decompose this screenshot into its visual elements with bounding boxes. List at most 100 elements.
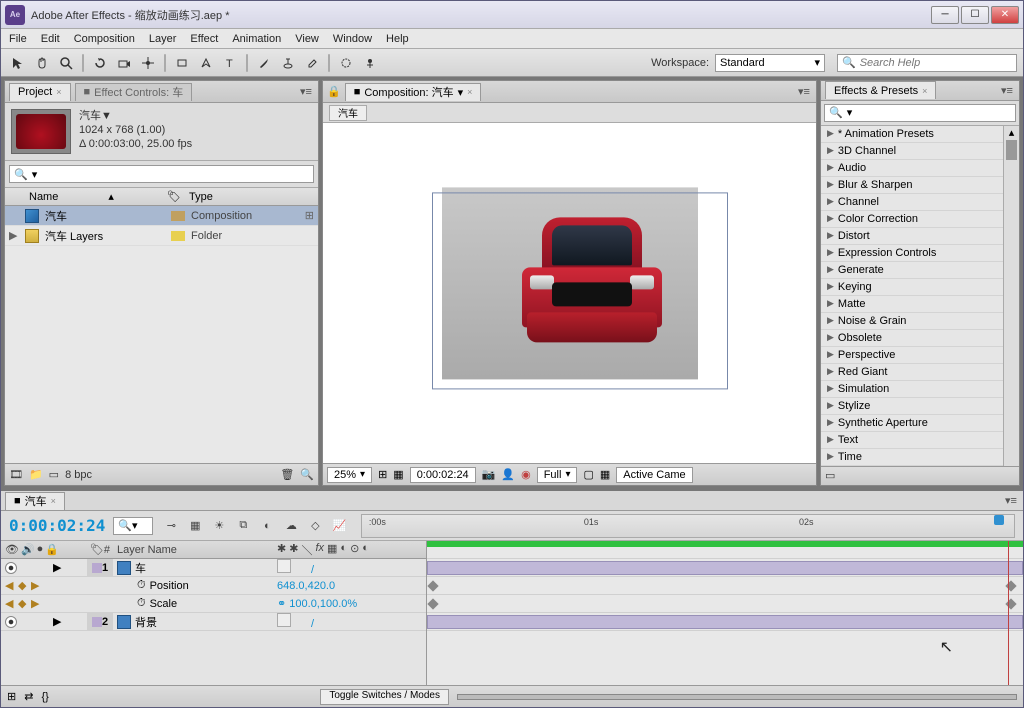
graph-editor-icon[interactable]: 📈	[329, 516, 349, 536]
effects-category[interactable]: ▶3D Channel	[821, 143, 1019, 160]
menu-layer[interactable]: Layer	[149, 33, 177, 45]
twirl-icon[interactable]: ▶	[827, 230, 834, 241]
twirl-icon[interactable]: ▶	[53, 615, 61, 628]
effects-category[interactable]: ▶Matte	[821, 296, 1019, 313]
selection-tool[interactable]	[7, 52, 29, 74]
trash-button[interactable]: 🗑	[280, 468, 294, 481]
timeline-search[interactable]: 🔍▾	[113, 517, 153, 535]
timeline-tracks[interactable]: ↖	[427, 541, 1023, 685]
roto-brush-tool[interactable]	[335, 52, 357, 74]
keyframe-diamond-icon[interactable]: ◆	[18, 579, 28, 592]
composition-viewer[interactable]	[323, 123, 816, 463]
close-button[interactable]: ✕	[991, 6, 1019, 24]
twirl-icon[interactable]: ▶	[827, 400, 834, 411]
close-icon[interactable]: ×	[922, 86, 927, 96]
twirl-icon[interactable]: ▶	[827, 434, 834, 445]
twirl-icon[interactable]: ▶	[827, 196, 834, 207]
apply-button[interactable]: ▭	[825, 469, 835, 482]
twirl-icon[interactable]: ▶	[827, 349, 834, 360]
switch-icon[interactable]	[277, 559, 291, 573]
menu-effect[interactable]: Effect	[190, 33, 218, 45]
channel-icon[interactable]: ◉	[521, 468, 531, 481]
twirl-icon[interactable]: ▶	[827, 417, 834, 428]
zoom-selector[interactable]: 25%▾	[327, 467, 372, 483]
pan-behind-tool[interactable]	[137, 52, 159, 74]
twirl-icon[interactable]: ▶	[827, 451, 834, 462]
brush-tool[interactable]	[253, 52, 275, 74]
effects-category[interactable]: ▶Time	[821, 449, 1019, 466]
effects-category[interactable]: ▶Simulation	[821, 381, 1019, 398]
comp-mini-flowchart-icon[interactable]: ⊸	[161, 516, 181, 536]
keyframe-icon[interactable]	[427, 598, 438, 609]
puppet-tool[interactable]	[359, 52, 381, 74]
label-swatch[interactable]	[92, 617, 102, 627]
effects-category[interactable]: ▶Channel	[821, 194, 1019, 211]
project-tab[interactable]: Project×	[9, 83, 71, 101]
expand-button[interactable]: ⊞	[7, 690, 16, 703]
switch-icon[interactable]	[277, 613, 291, 627]
safe-zones-icon[interactable]: ⊞	[378, 468, 387, 481]
bpc-button[interactable]: 8 bpc	[65, 469, 92, 481]
layer-bar[interactable]	[427, 613, 1023, 631]
stopwatch-icon[interactable]: ⏱	[137, 597, 146, 610]
effects-category[interactable]: ▶Obsolete	[821, 330, 1019, 347]
keyframe-track[interactable]	[427, 577, 1023, 595]
show-snapshot-icon[interactable]: 👤	[501, 468, 515, 481]
motion-blur-icon[interactable]: ◐	[257, 516, 277, 536]
twirl-icon[interactable]: ▶	[827, 315, 834, 326]
menu-composition[interactable]: Composition	[74, 33, 135, 45]
next-keyframe-icon[interactable]: ▶	[31, 597, 41, 610]
menu-edit[interactable]: Edit	[41, 33, 60, 45]
minimize-button[interactable]: ─	[931, 6, 959, 24]
search-icon[interactable]: 🔍	[300, 468, 314, 481]
menu-animation[interactable]: Animation	[232, 33, 281, 45]
text-tool[interactable]: T	[219, 52, 241, 74]
col-name[interactable]: Name	[29, 191, 58, 203]
mini-flowchart-chip[interactable]: 汽车	[329, 105, 367, 121]
twirl-icon[interactable]: ▶	[9, 229, 19, 242]
twirl-icon[interactable]: ▶	[827, 145, 834, 156]
flowchart-icon[interactable]: ⊞	[305, 209, 314, 222]
property-row[interactable]: ◀◆▶ ⏱ Scale ⚭ 100.0,100.0%	[1, 595, 426, 613]
eye-toggle[interactable]	[5, 616, 17, 628]
brackets-button[interactable]: {}	[41, 691, 48, 703]
label-swatch[interactable]	[92, 563, 102, 573]
grid-icon[interactable]: ▦	[600, 468, 610, 481]
folder-button[interactable]: 📁	[29, 468, 43, 481]
menu-help[interactable]: Help	[386, 33, 409, 45]
twirl-icon[interactable]: ▶	[827, 264, 834, 275]
scrollbar[interactable]: ▴	[1003, 126, 1019, 466]
view-selector[interactable]: Active Came	[616, 467, 692, 483]
twirl-icon[interactable]: ▶	[827, 332, 834, 343]
hide-shy-icon[interactable]: ☀	[209, 516, 229, 536]
search-help-input[interactable]	[860, 57, 1000, 69]
cti-line[interactable]	[1008, 541, 1009, 685]
timecode[interactable]: 0:00:02:24	[9, 516, 105, 535]
twirl-icon[interactable]: ▶	[827, 162, 834, 173]
menu-file[interactable]: File	[9, 33, 27, 45]
effects-category[interactable]: ▶Text	[821, 432, 1019, 449]
pen-tool[interactable]	[195, 52, 217, 74]
effects-category[interactable]: ▶* Animation Presets	[821, 126, 1019, 143]
zoom-slider[interactable]	[457, 694, 1017, 700]
search-help-box[interactable]: 🔍	[837, 54, 1017, 72]
clone-stamp-tool[interactable]	[277, 52, 299, 74]
camera-tool[interactable]	[113, 52, 135, 74]
property-value[interactable]: 648.0,420.0	[273, 580, 426, 592]
twirl-icon[interactable]: ▶	[53, 561, 61, 574]
close-icon[interactable]: ×	[51, 496, 56, 506]
hand-tool[interactable]	[31, 52, 53, 74]
panel-menu-icon[interactable]: ▾≡	[796, 85, 812, 98]
stopwatch-icon[interactable]: ⏱	[137, 579, 146, 592]
effects-category[interactable]: ▶Red Giant	[821, 364, 1019, 381]
draft-3d-icon[interactable]: ▦	[185, 516, 205, 536]
comp-button[interactable]: ▭	[49, 468, 59, 481]
layer-row[interactable]: ▶ 2 背景 /	[1, 613, 426, 631]
effects-category[interactable]: ▶Perspective	[821, 347, 1019, 364]
effects-category[interactable]: ▶Keying	[821, 279, 1019, 296]
next-keyframe-icon[interactable]: ▶	[31, 579, 41, 592]
effects-category[interactable]: ▶Expression Controls	[821, 245, 1019, 262]
workspace-selector[interactable]: Standard ▾	[715, 54, 825, 72]
eye-toggle[interactable]	[5, 562, 17, 574]
twirl-icon[interactable]: ▶	[827, 213, 834, 224]
